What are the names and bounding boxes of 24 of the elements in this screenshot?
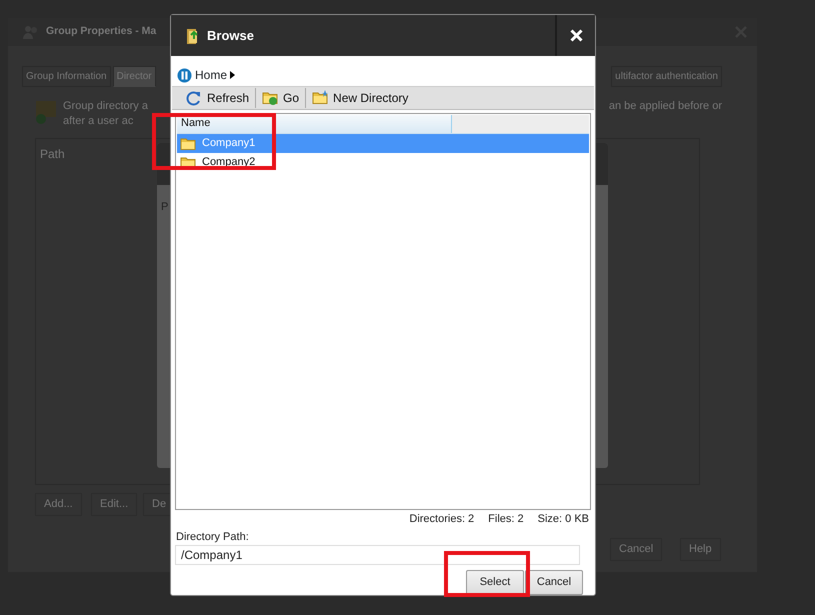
dialog-title: Browse	[207, 26, 254, 45]
folder-name: Company2	[202, 154, 256, 170]
toolbar-button[interactable]: Go	[256, 88, 306, 108]
home-icon	[177, 68, 192, 82]
column-header: Path	[40, 146, 65, 163]
status-text: Directories: 2	[409, 512, 474, 528]
caret-icon	[230, 71, 236, 79]
folder-icon	[180, 136, 196, 151]
toolbar-button[interactable]: New Directory	[306, 88, 414, 108]
refresh-icon	[186, 90, 202, 106]
toolbar-button[interactable]: Refresh	[180, 88, 256, 108]
description-text: an be applied before or	[608, 99, 722, 114]
new-folder-icon	[312, 90, 328, 106]
status-text: Files: 2	[488, 512, 524, 528]
field-label: Directory Path:	[175, 530, 250, 545]
button[interactable]: Select	[466, 570, 524, 595]
window-title: Group Properties - Ma	[46, 24, 156, 40]
close-icon	[570, 29, 582, 42]
description-text: Group directory a after a user ac	[63, 99, 148, 129]
path-field[interactable]: /Company1	[175, 545, 580, 565]
button[interactable]: Cancel	[525, 570, 583, 595]
folder-name: Company1	[202, 136, 256, 151]
status-text: Size: 0 KB	[538, 512, 589, 528]
breadcrumb-link[interactable]: Home	[195, 66, 228, 84]
